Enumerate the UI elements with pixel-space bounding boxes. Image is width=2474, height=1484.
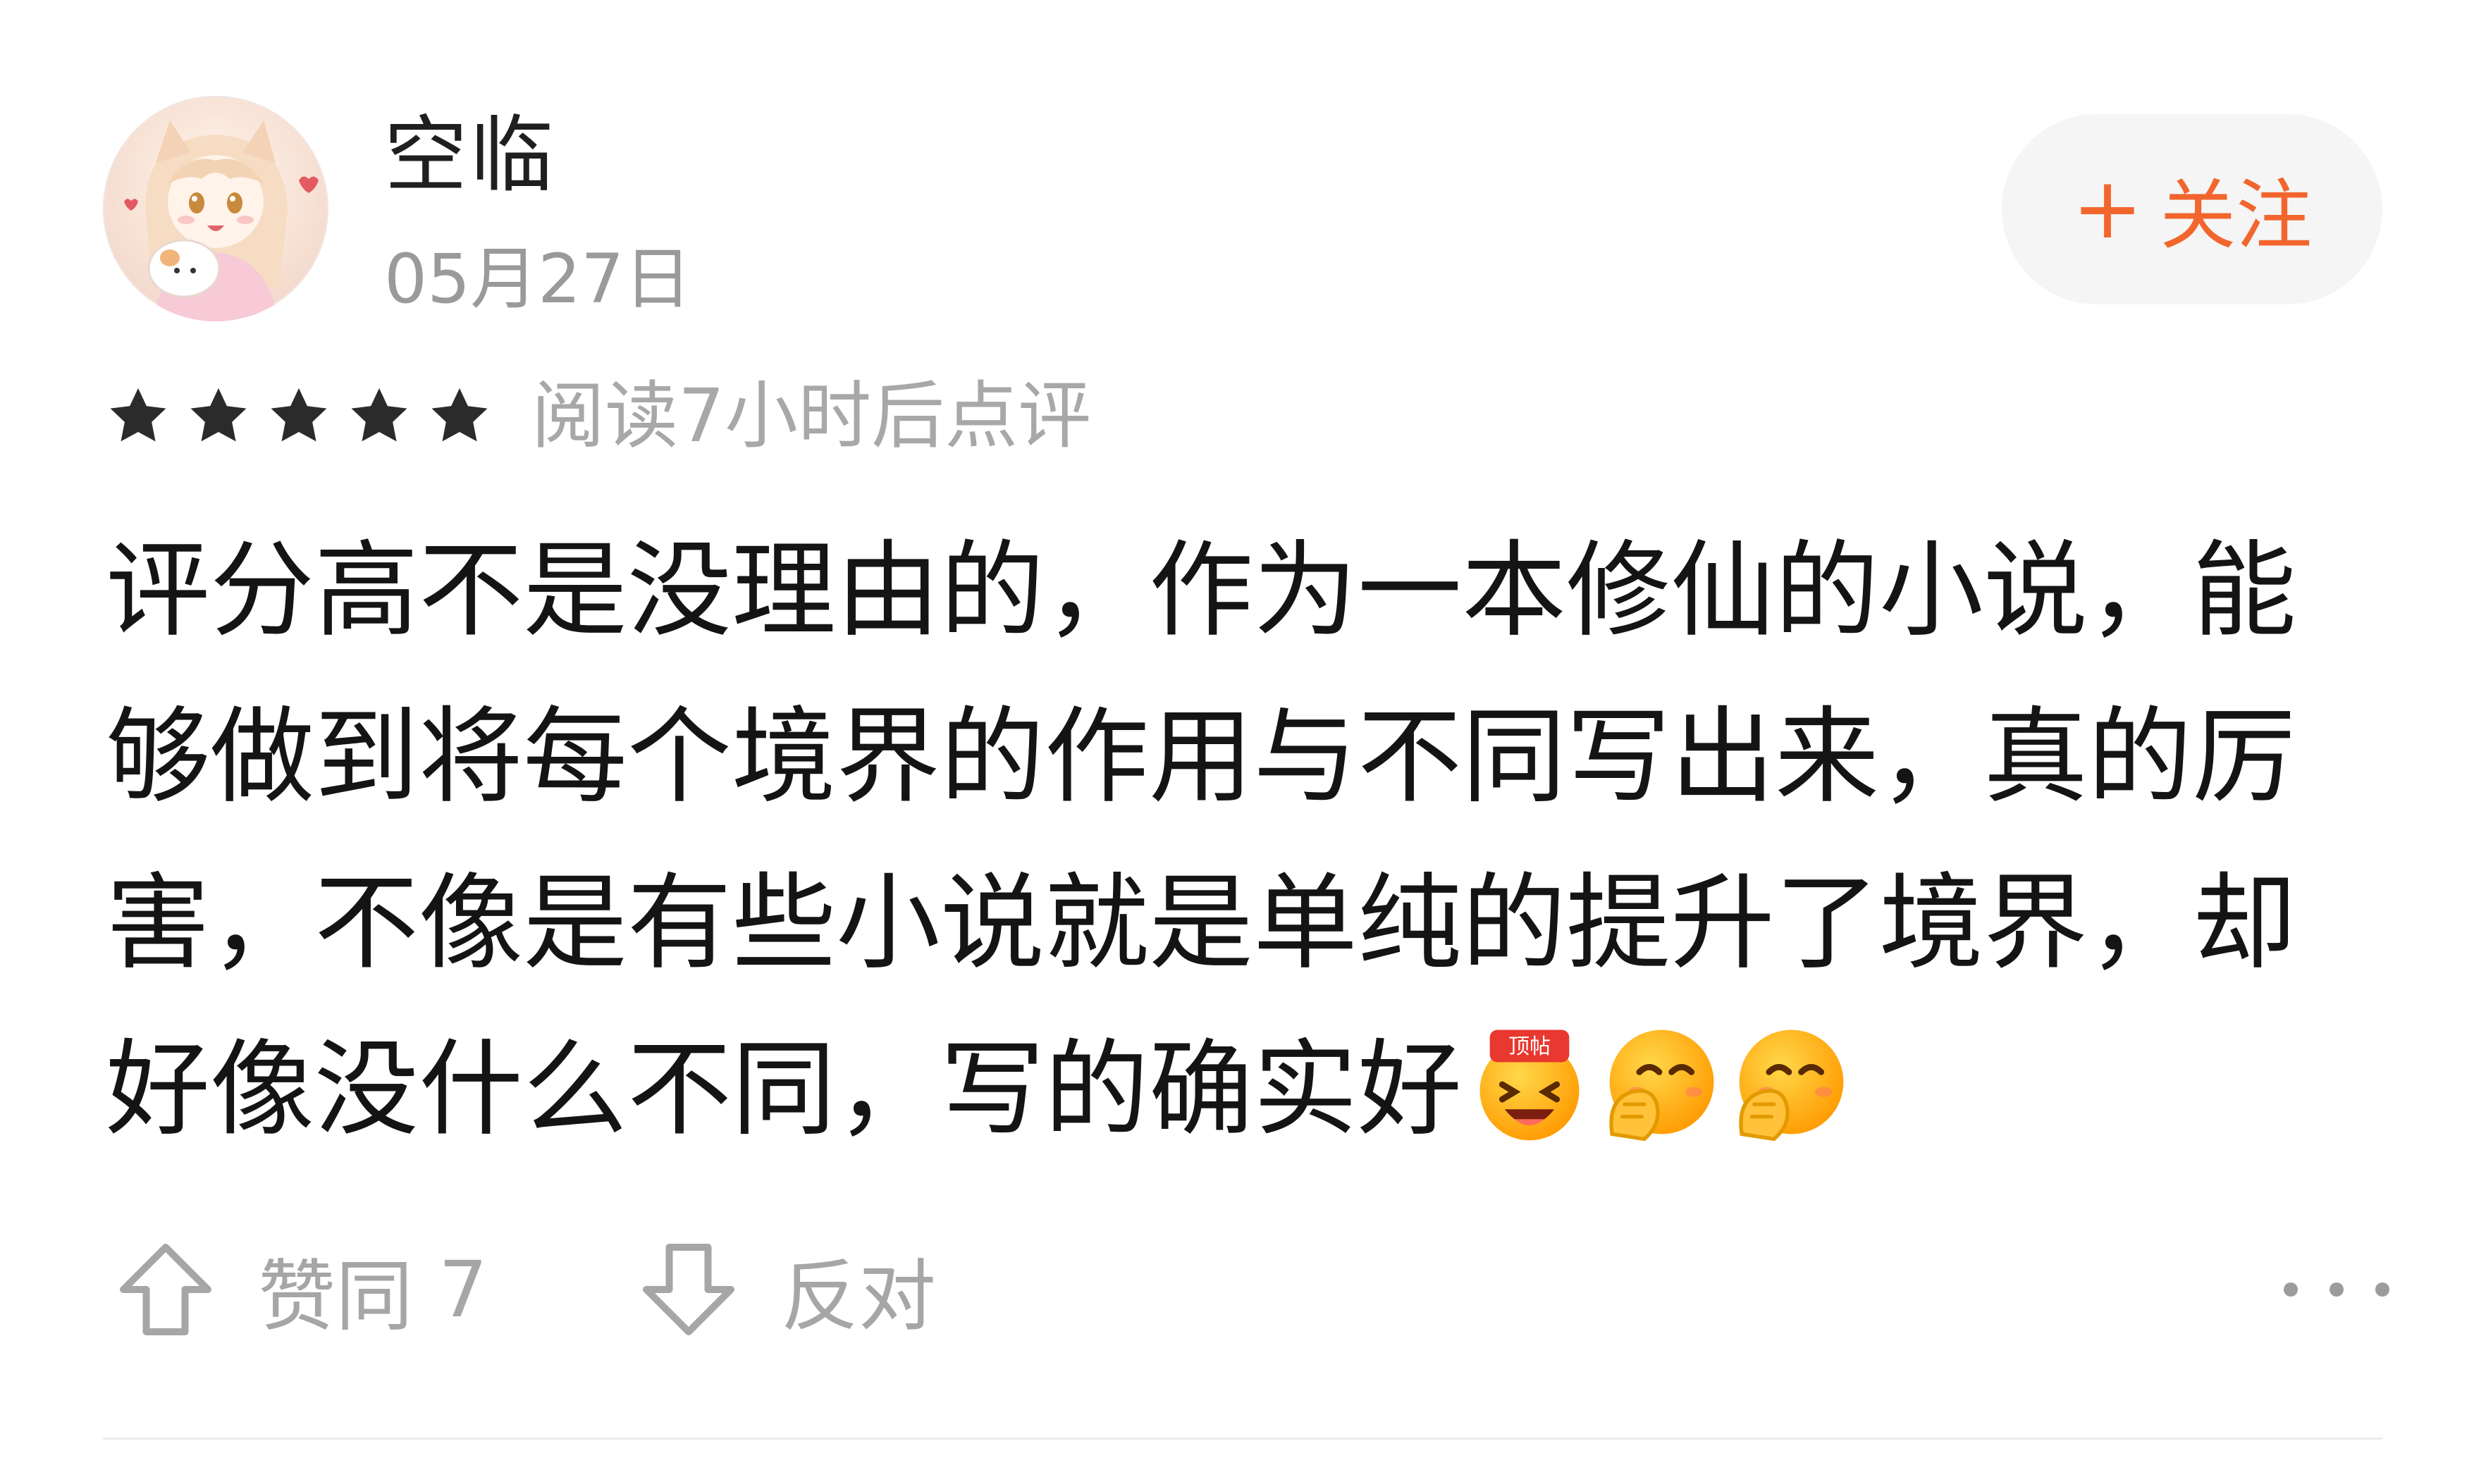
oppose-label: 反对 bbox=[781, 1251, 936, 1342]
rating-row: 阅读7小时后点评 bbox=[106, 373, 1091, 458]
comment-text: 评分高不是没理由的，作为一本修仙的小说，能够做到将每个境界的作用与不同写出来，真… bbox=[106, 530, 2296, 1150]
star-icon bbox=[110, 388, 166, 442]
divider bbox=[103, 1437, 2382, 1440]
post-date: 05月27日 bbox=[384, 240, 692, 319]
arrow-up-icon bbox=[120, 1244, 211, 1335]
giggle-emoji-icon bbox=[1597, 1022, 1721, 1146]
follow-button[interactable]: + 关注 bbox=[2002, 114, 2382, 304]
more-options-button[interactable] bbox=[2284, 1247, 2389, 1332]
agree-button[interactable]: 赞同 7 bbox=[113, 1233, 488, 1346]
author-name[interactable]: 空临 bbox=[384, 106, 556, 204]
read-duration-note: 阅读7小时后点评 bbox=[531, 373, 1092, 459]
oppose-button[interactable]: 反对 bbox=[636, 1233, 936, 1346]
arrow-down-icon bbox=[643, 1244, 734, 1335]
follow-label: 关注 bbox=[2160, 172, 2313, 260]
agree-label: 赞同 bbox=[258, 1251, 413, 1342]
giggle-emoji-icon bbox=[1727, 1022, 1851, 1146]
top-post-emoji-icon: 顶帖 bbox=[1467, 1022, 1592, 1146]
more-dots-icon bbox=[2330, 1282, 2344, 1297]
star-icon bbox=[271, 388, 327, 442]
anime-girl-avatar-icon bbox=[124, 120, 319, 321]
more-dots-icon bbox=[2375, 1282, 2389, 1297]
star-icon bbox=[351, 388, 407, 442]
comment-text-block: 评分高不是没理由的，作为一本修仙的小说，能够做到将每个境界的作用与不同写出来，真… bbox=[106, 507, 2389, 1173]
comment-card: 空临 05月27日 + 关注 阅读7小时后点评 评分高不是没理由的，作为一本修仙… bbox=[0, 0, 2474, 1484]
vote-actions: 赞同 7 反对 bbox=[113, 1240, 936, 1342]
star-rating bbox=[106, 383, 492, 448]
agree-count: 7 bbox=[438, 1244, 488, 1335]
avatar[interactable] bbox=[103, 96, 328, 321]
plus-icon: + bbox=[2072, 160, 2143, 258]
more-dots-icon bbox=[2284, 1282, 2298, 1297]
star-icon bbox=[190, 388, 247, 442]
emoji-badge-text: 顶帖 bbox=[1508, 1034, 1551, 1059]
star-icon bbox=[431, 388, 488, 442]
